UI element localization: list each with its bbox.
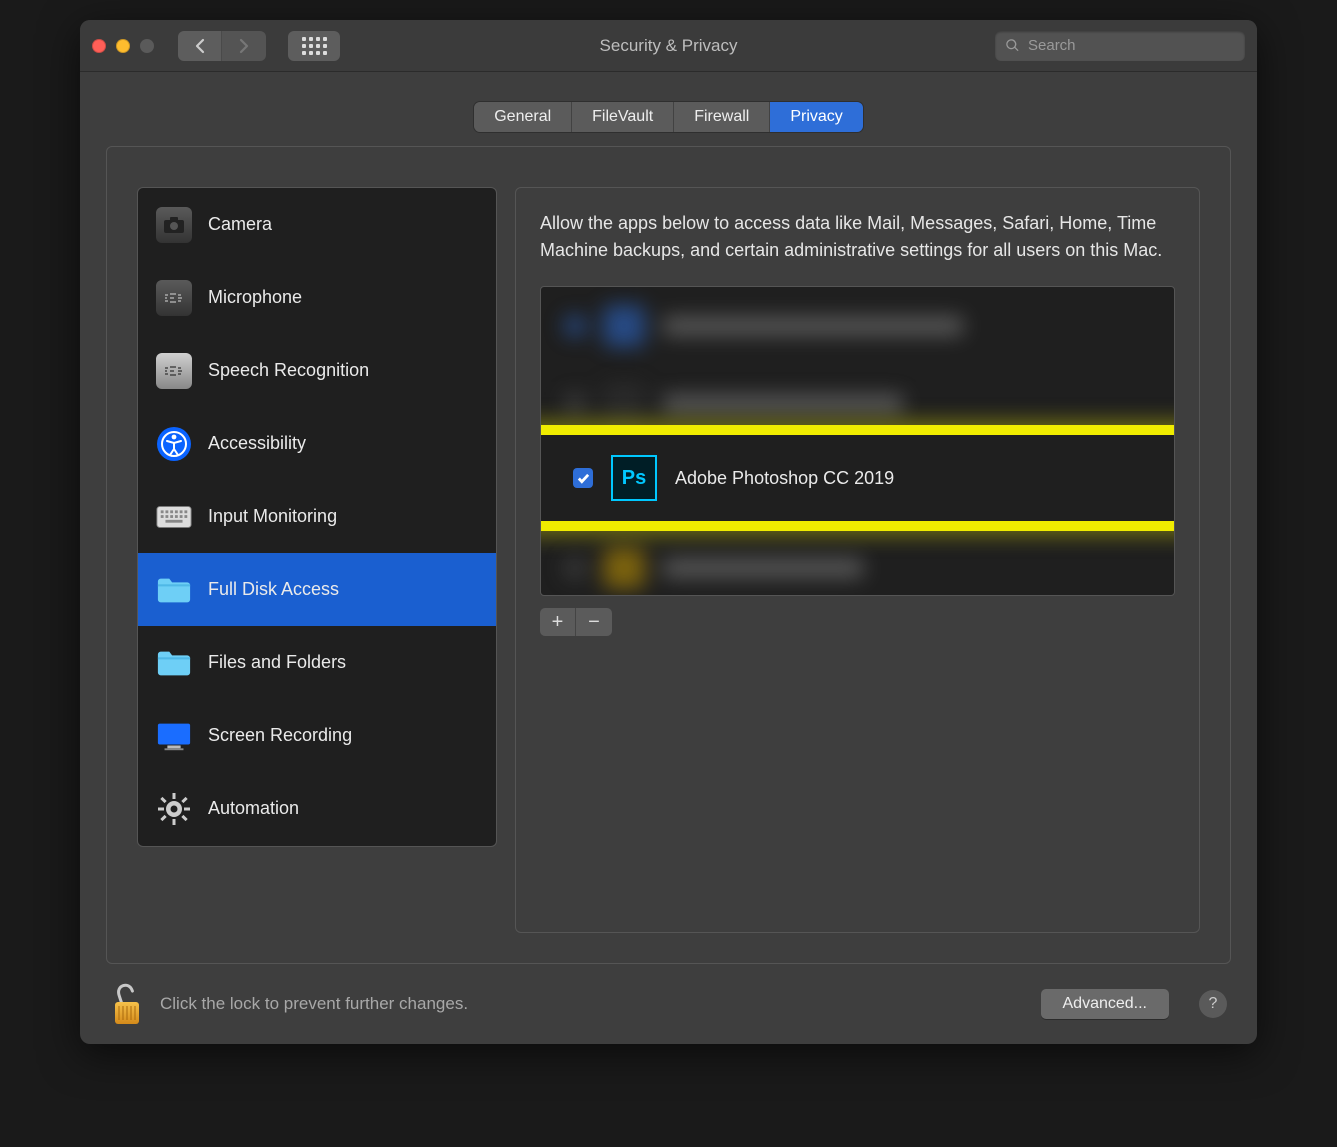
tabs-row: General FileVault Firewall Privacy <box>80 72 1257 132</box>
tab-label: Privacy <box>790 108 842 126</box>
sidebar-item-microphone[interactable]: Microphone <box>138 261 496 334</box>
sidebar-item-camera[interactable]: Camera <box>138 188 496 261</box>
sidebar-item-label: Full Disk Access <box>208 579 339 600</box>
photoshop-icon: Ps <box>611 455 657 501</box>
sidebar-item-label: Speech Recognition <box>208 360 369 381</box>
gear-icon <box>156 791 192 827</box>
minus-icon: − <box>588 611 600 634</box>
sidebar-item-label: Automation <box>208 798 299 819</box>
app-row-redacted <box>541 287 1174 365</box>
speech-icon <box>156 353 192 389</box>
minimize-button[interactable] <box>116 39 130 53</box>
sidebar-item-files-folders[interactable]: Files and Folders <box>138 626 496 699</box>
microphone-icon <box>156 280 192 316</box>
close-button[interactable] <box>92 39 106 53</box>
app-row-redacted <box>541 365 1174 443</box>
camera-icon <box>156 207 192 243</box>
lock-button[interactable] <box>110 982 144 1026</box>
sidebar-item-full-disk-access[interactable]: Full Disk Access <box>138 553 496 626</box>
display-icon <box>156 718 192 754</box>
sidebar-item-label: Input Monitoring <box>208 506 337 527</box>
keyboard-icon <box>156 499 192 535</box>
titlebar: Security & Privacy <box>80 20 1257 72</box>
advanced-button[interactable]: Advanced... <box>1041 989 1170 1019</box>
footer: Click the lock to prevent further change… <box>80 964 1257 1044</box>
forward-button[interactable] <box>222 31 266 61</box>
checkmark-icon <box>577 472 590 485</box>
help-button[interactable]: ? <box>1199 990 1227 1018</box>
search-icon <box>1005 38 1020 53</box>
app-row-photoshop[interactable]: Ps Adobe Photoshop CC 2019 <box>541 435 1174 521</box>
detail-pane: Allow the apps below to access data like… <box>515 187 1200 933</box>
tab-privacy[interactable]: Privacy <box>770 102 862 132</box>
back-button[interactable] <box>178 31 222 61</box>
list-edit-buttons: + − <box>540 608 1175 636</box>
folder-icon <box>156 645 192 681</box>
sidebar-item-label: Microphone <box>208 287 302 308</box>
app-name-label: Adobe Photoshop CC 2019 <box>675 468 894 489</box>
main-panel: Camera Microphone Speech Recognition Acc… <box>106 146 1231 964</box>
lock-hint-text: Click the lock to prevent further change… <box>160 994 468 1014</box>
privacy-category-list[interactable]: Camera Microphone Speech Recognition Acc… <box>137 187 497 847</box>
tab-general[interactable]: General <box>474 102 572 132</box>
tab-firewall[interactable]: Firewall <box>674 102 770 132</box>
sidebar-item-label: Screen Recording <box>208 725 352 746</box>
plus-icon: + <box>552 611 564 634</box>
description-text: Allow the apps below to access data like… <box>540 210 1175 264</box>
chevron-right-icon <box>238 38 250 54</box>
tab-filevault[interactable]: FileVault <box>572 102 674 132</box>
unlocked-lock-icon <box>110 982 144 1026</box>
app-list[interactable]: Ps Adobe Photoshop CC 2019 <box>540 286 1175 596</box>
sidebar-item-label: Accessibility <box>208 433 306 454</box>
preferences-window: Security & Privacy General FileVault Fir… <box>80 20 1257 1044</box>
remove-app-button[interactable]: − <box>576 608 612 636</box>
accessibility-icon <box>156 426 192 462</box>
sidebar-item-screen-recording[interactable]: Screen Recording <box>138 699 496 772</box>
chevron-left-icon <box>194 38 206 54</box>
show-all-button[interactable] <box>288 31 340 61</box>
sidebar-item-speech[interactable]: Speech Recognition <box>138 334 496 407</box>
search-field-container <box>995 31 1245 61</box>
tab-label: FileVault <box>592 108 653 126</box>
search-input[interactable] <box>1028 37 1235 54</box>
app-row-redacted <box>541 529 1174 596</box>
grid-icon <box>302 37 327 55</box>
app-checkbox[interactable] <box>573 468 593 488</box>
tab-label: Firewall <box>694 108 749 126</box>
add-app-button[interactable]: + <box>540 608 576 636</box>
tab-label: General <box>494 108 551 126</box>
sidebar-item-label: Camera <box>208 214 272 235</box>
traffic-lights <box>92 39 154 53</box>
sidebar-item-accessibility[interactable]: Accessibility <box>138 407 496 480</box>
help-icon: ? <box>1209 995 1218 1012</box>
folder-icon <box>156 572 192 608</box>
sidebar-item-automation[interactable]: Automation <box>138 772 496 845</box>
nav-buttons <box>178 31 266 61</box>
tab-bar: General FileVault Firewall Privacy <box>474 102 863 132</box>
sidebar-item-input-monitoring[interactable]: Input Monitoring <box>138 480 496 553</box>
zoom-button[interactable] <box>140 39 154 53</box>
sidebar-item-label: Files and Folders <box>208 652 346 673</box>
